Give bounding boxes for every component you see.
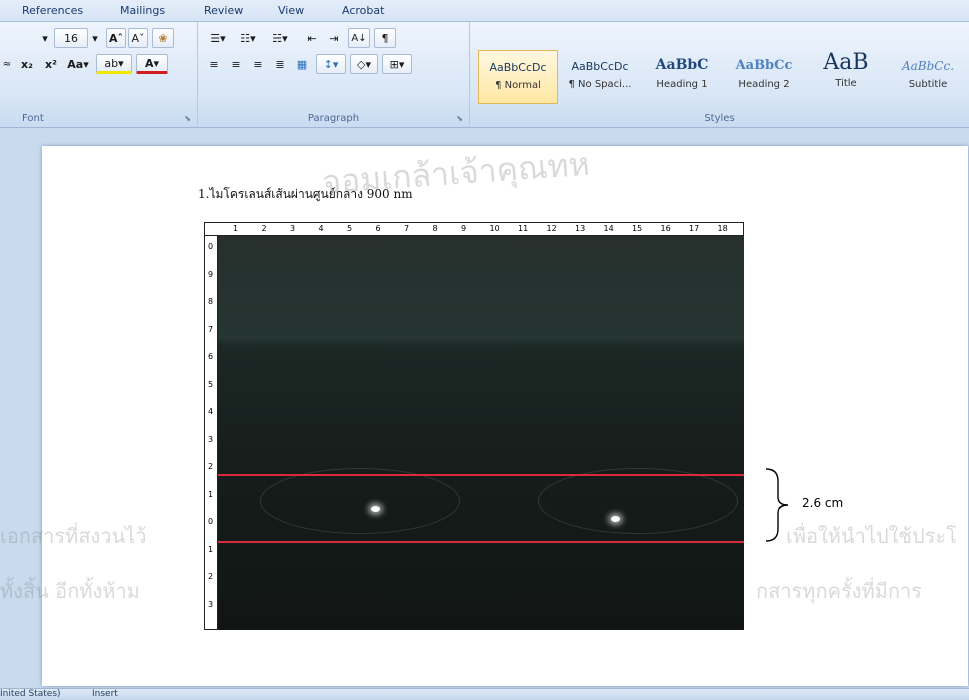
font-dialog-launcher-icon[interactable]: ⬊ (184, 114, 191, 123)
ruler-v-number: 3 (208, 599, 214, 609)
ruler-h-number: 11 (518, 224, 529, 233)
ruler-h-number: 13 (575, 224, 586, 233)
ribbon: ▾ 16 ▾ Aˆ Aˇ ❀ ≈ x₂ x² Aa ▾ ab ▾ A ▾ Font ⬊… (0, 22, 969, 128)
ruler-h-number: 15 (632, 224, 643, 233)
document-page[interactable]: 1.ไมโครเลนส์เส้นผ่านศูนย์กลาง 900 nm 123… (42, 146, 968, 686)
align-center-icon[interactable]: ≡ (226, 54, 246, 74)
tab-acrobat[interactable]: Acrobat (342, 4, 384, 17)
style-heading-1[interactable]: AaBbC Heading 1 (642, 50, 722, 104)
font-name-dropdown-arrow[interactable]: ▾ (38, 28, 52, 48)
tab-view[interactable]: View (278, 4, 304, 17)
ruler-h-number: 1 (233, 224, 239, 233)
ruler-v-number: 1 (208, 489, 214, 499)
ruler-v-number: 5 (208, 379, 214, 389)
image-vertical-ruler: 0 9 8 7 6 5 4 3 2 1 0 1 2 3 (204, 236, 218, 630)
ruler-h-number: 12 (546, 224, 557, 233)
ruler-v-number: 2 (208, 462, 214, 471)
subscript-button[interactable]: x₂ (16, 54, 38, 74)
ruler-v-number: 2 (208, 572, 214, 581)
ruler-h-number: 2 (261, 224, 267, 233)
tab-review[interactable]: Review (204, 4, 243, 17)
ruler-v-number: 8 (208, 297, 214, 306)
paragraph-group-label: Paragraph (307, 113, 360, 124)
ruler-v-number: 3 (208, 434, 214, 444)
increase-indent-icon[interactable]: ⇥ (324, 28, 344, 48)
highlight-button[interactable]: ab ▾ (96, 54, 132, 74)
clear-formatting-icon[interactable]: ❀ (152, 28, 174, 48)
numbering-icon[interactable]: ☷▾ (234, 28, 262, 48)
tab-references[interactable]: References (22, 4, 83, 17)
status-bar: Inited States) Insert (0, 688, 969, 700)
ruler-v-number: 1 (208, 544, 214, 554)
borders-icon[interactable]: ⊞▾ (382, 54, 412, 74)
font-size-box[interactable]: 16 (54, 28, 88, 48)
ruler-h-number: 6 (375, 224, 381, 233)
style-heading-2[interactable]: AaBbCc Heading 2 (724, 50, 804, 104)
ribbon-tab-bar: References Mailings Review View Acrobat (0, 0, 969, 22)
shading-icon[interactable]: ◇▾ (350, 54, 378, 74)
sort-button[interactable]: A↓ (348, 28, 370, 48)
font-group: ▾ 16 ▾ Aˆ Aˇ ❀ ≈ x₂ x² Aa ▾ ab ▾ A ▾ Font ⬊ (0, 22, 198, 128)
ruler-h-number: 17 (689, 224, 700, 233)
ruler-h-number: 14 (603, 224, 614, 233)
upper-red-line (218, 474, 744, 476)
superscript-button[interactable]: x² (40, 54, 62, 74)
style-subtitle[interactable]: AaBbCc. Subtitle (888, 50, 968, 104)
ruler-h-number: 4 (318, 224, 324, 233)
status-insert-mode[interactable]: Insert (92, 689, 118, 699)
tab-mailings[interactable]: Mailings (120, 4, 165, 17)
ruler-v-number: 9 (208, 269, 214, 279)
styles-group: AaBbCcDc ¶ Normal AaBbCcDc ¶ No Spaci...… (470, 22, 969, 128)
show-formatting-button[interactable]: ¶ (374, 28, 396, 48)
style-title[interactable]: AaB Title (806, 50, 886, 104)
ruler-h-number: 18 (717, 224, 728, 233)
font-group-label: Font (22, 113, 44, 124)
strikethrough-icon[interactable]: ≈ (0, 54, 14, 74)
ruler-v-number: 0 (208, 517, 214, 526)
grow-font-button[interactable]: Aˆ (106, 28, 126, 48)
ruler-h-number: 9 (461, 224, 467, 233)
style-normal[interactable]: AaBbCcDc ¶ Normal (478, 50, 558, 104)
figure-caption: 1.ไมโครเลนส์เส้นผ่านศูนย์กลาง 900 nm (198, 187, 413, 201)
justify-icon[interactable]: ≣ (270, 54, 290, 74)
ruler-h-number: 16 (660, 224, 671, 233)
align-right-icon[interactable]: ≡ (248, 54, 268, 74)
decrease-indent-icon[interactable]: ⇤ (302, 28, 322, 48)
styles-group-label: Styles (704, 113, 735, 124)
ruler-v-number: 0 (208, 242, 214, 251)
font-color-button[interactable]: A ▾ (136, 54, 168, 74)
style-no-spacing[interactable]: AaBbCcDc ¶ No Spaci... (560, 50, 640, 104)
ruler-h-number: 5 (347, 224, 353, 233)
lens-outline-right (538, 468, 738, 534)
ruler-v-number: 4 (208, 407, 214, 416)
ruler-v-number: 7 (208, 324, 214, 334)
laser-photo (218, 236, 744, 630)
line-spacing-icon[interactable]: ↕▾ (316, 54, 346, 74)
measurement-brace (765, 468, 789, 542)
lower-red-line (218, 541, 744, 543)
ruler-h-number: 7 (404, 224, 410, 233)
ruler-h-number: 3 (290, 224, 296, 233)
paragraph-group: ☰▾ ☷▾ ☵▾ ⇤ ⇥ A↓ ¶ ≡ ≡ ≡ ≣ ▦ ↕▾ ◇▾ ⊞▾ Par… (198, 22, 470, 128)
status-language[interactable]: Inited States) (0, 689, 61, 699)
measurement-label: 2.6 cm (802, 496, 844, 510)
align-left-icon[interactable]: ≡ (204, 54, 224, 74)
multilevel-list-icon[interactable]: ☵▾ (264, 28, 296, 48)
lens-outline-left (260, 468, 460, 534)
change-case-button[interactable]: Aa ▾ (64, 54, 92, 74)
document-area[interactable]: 1.ไมโครเลนส์เส้นผ่านศูนย์กลาง 900 nm 123… (0, 128, 969, 688)
light-spot-right (611, 516, 620, 522)
font-size-dropdown-arrow[interactable]: ▾ (88, 28, 102, 48)
ruler-v-number: 6 (208, 352, 214, 361)
image-horizontal-ruler: 1 2 3 4 5 6 7 8 9 10 11 12 13 14 15 16 17 18 (204, 222, 744, 236)
ruler-h-number: 8 (432, 224, 438, 233)
bullets-icon[interactable]: ☰▾ (204, 28, 232, 48)
paragraph-dialog-launcher-icon[interactable]: ⬊ (456, 114, 463, 123)
shrink-font-button[interactable]: Aˇ (128, 28, 148, 48)
light-spot-left (371, 506, 380, 512)
embedded-image[interactable]: 1 2 3 4 5 6 7 8 9 10 11 12 13 14 15 16 17 18 098765432101… (204, 222, 744, 630)
columns-icon[interactable]: ▦ (292, 54, 312, 74)
word-window: References Mailings Review View Acrobat … (0, 0, 969, 700)
ruler-h-number: 10 (489, 224, 500, 233)
